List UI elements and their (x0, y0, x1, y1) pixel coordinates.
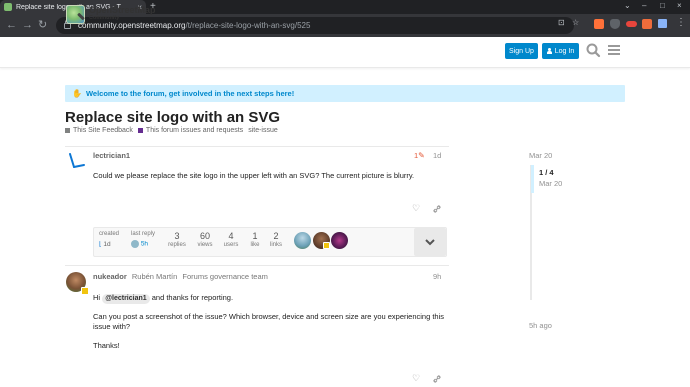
users-count: 4 (228, 231, 234, 241)
share-link-icon[interactable] (432, 374, 442, 384)
last-reply-label: last reply (131, 231, 156, 237)
post-username[interactable]: nukeador (93, 272, 127, 281)
maximize-icon[interactable]: □ (660, 1, 665, 10)
like-heart-icon[interactable]: ♡ (412, 203, 420, 214)
timeline-position-date: Mar 20 (539, 179, 563, 188)
user-mention[interactable]: @lectrician1 (102, 294, 150, 304)
stat-users: 4 users (220, 231, 242, 248)
stat-links: 2 links (266, 231, 286, 248)
timeline-end-label[interactable]: 5h ago (529, 321, 552, 330)
log-in-label: Log In (554, 47, 575, 55)
stat-likes: 1 like (245, 231, 265, 248)
category-badge[interactable]: This Site Feedback (65, 127, 133, 134)
topic-title[interactable]: Replace site logo with an SVG (65, 109, 280, 126)
logo-title[interactable]: OpenStreetMap (89, 5, 156, 15)
tag-label[interactable]: site-issue (248, 127, 278, 134)
moderator-shield-icon (81, 287, 89, 295)
post-paragraph: Can you post a screenshot of the issue? … (93, 312, 445, 331)
subcategory-label: This forum issues and requests (145, 127, 244, 134)
chevron-down-icon (425, 238, 435, 245)
last-reply-value: 5h (140, 240, 149, 248)
url-host: community.openstreetmap.org (78, 21, 186, 30)
subcategory-badge[interactable]: This forum issues and requests (137, 127, 244, 134)
lectrician1-avatar[interactable] (66, 151, 86, 171)
category-color-square (65, 128, 70, 133)
install-app-icon[interactable]: ⊡ (558, 18, 565, 27)
stat-replies: 3 replies (166, 231, 188, 248)
participant-avatar[interactable] (331, 232, 348, 249)
replies-label: replies (168, 242, 186, 248)
user-icon (546, 48, 552, 54)
last-reply-info[interactable]: last reply 5h (131, 231, 155, 248)
tab-search-icon[interactable]: ⌄ (624, 1, 631, 10)
banner-link[interactable]: Welcome to the forum, get involved in th… (86, 89, 294, 98)
extensions-puzzle-icon[interactable] (658, 19, 667, 28)
post-divider (65, 146, 449, 147)
post-author-line: nukeador Rubén Martín Forums governance … (93, 272, 268, 281)
participant-avatar[interactable] (294, 232, 311, 249)
reload-icon[interactable]: ↻ (38, 18, 47, 32)
replies-count: 3 (174, 231, 180, 241)
created-info[interactable]: created ⌊ 1d (99, 231, 119, 248)
post-paragraph: Thanks! (93, 341, 120, 350)
sign-up-button[interactable]: Sign Up (505, 43, 538, 59)
minimize-icon[interactable]: – (642, 1, 646, 10)
pencil-icon: ✎ (418, 151, 425, 160)
links-count: 2 (273, 231, 279, 241)
bookmark-star-icon[interactable]: ☆ (572, 18, 579, 27)
links-label: links (269, 242, 282, 248)
extension-orange-icon[interactable] (642, 19, 652, 29)
logo-subtitle: Community (89, 15, 120, 21)
address-bar[interactable]: community.openstreetmap.org/t/replace-si… (56, 17, 574, 34)
views-label: views (197, 242, 213, 248)
waving-hand-icon: ✋ (72, 89, 82, 98)
browser-menu-icon[interactable]: ⋮ (676, 17, 686, 28)
subcategory-color-square (137, 128, 143, 133)
post-fullname[interactable]: Rubén Martín (132, 272, 177, 281)
hamburger-menu-icon[interactable] (606, 42, 622, 58)
back-icon[interactable]: ← (6, 18, 17, 32)
log-in-button[interactable]: Log In (542, 43, 579, 59)
share-link-icon[interactable] (432, 204, 442, 214)
timeline-start-date[interactable]: Mar 20 (529, 151, 552, 160)
mini-avatar-icon (131, 240, 139, 248)
url-path: /t/replace-site-logo-with-an-svg/525 (185, 21, 311, 30)
extension-shield-icon[interactable] (610, 19, 620, 29)
edit-count[interactable]: 1✎ (414, 151, 425, 160)
greeting-prefix: Hi (93, 293, 101, 302)
likes-label: like (250, 242, 260, 248)
sign-up-label: Sign Up (509, 47, 534, 55)
post-date[interactable]: 1d (433, 151, 441, 160)
users-label: users (223, 242, 239, 248)
created-value: 1d (103, 241, 111, 248)
close-window-icon[interactable]: × (677, 1, 682, 10)
post-body: Could we please replace the site logo in… (93, 171, 415, 180)
topic-categories: This Site Feedback This forum issues and… (65, 127, 278, 134)
post-date[interactable]: 9h (433, 272, 441, 281)
mini-avatar-icon: ⌊ (99, 241, 102, 248)
timeline-position: 1 / 4 (539, 168, 554, 177)
category-label: This Site Feedback (73, 127, 133, 134)
extension-brave-icon[interactable] (594, 19, 604, 29)
timeline-scroller-handle[interactable] (531, 165, 534, 193)
post-divider (65, 265, 449, 266)
post-user-title: Forums governance team (182, 272, 268, 281)
like-heart-icon[interactable]: ♡ (412, 373, 420, 384)
forward-icon[interactable]: → (22, 18, 33, 32)
stat-views: 60 views (194, 231, 216, 248)
likes-count: 1 (252, 231, 258, 241)
osm-logo-icon[interactable] (66, 5, 85, 24)
post-greeting: Hi @lectrician1 and thanks for reporting… (93, 293, 447, 304)
welcome-banner: ✋ Welcome to the forum, get involved in … (65, 85, 625, 102)
moderator-badge-icon (323, 242, 330, 249)
expand-topic-map-button[interactable] (414, 228, 446, 256)
created-label: created (99, 231, 120, 237)
osm-favicon-icon (4, 3, 12, 11)
post-username[interactable]: lectrician1 (93, 151, 130, 160)
greeting-suffix: and thanks for reporting. (151, 293, 234, 302)
views-count: 60 (199, 231, 210, 241)
search-icon[interactable] (585, 42, 601, 58)
extension-red-icon[interactable] (626, 21, 637, 27)
